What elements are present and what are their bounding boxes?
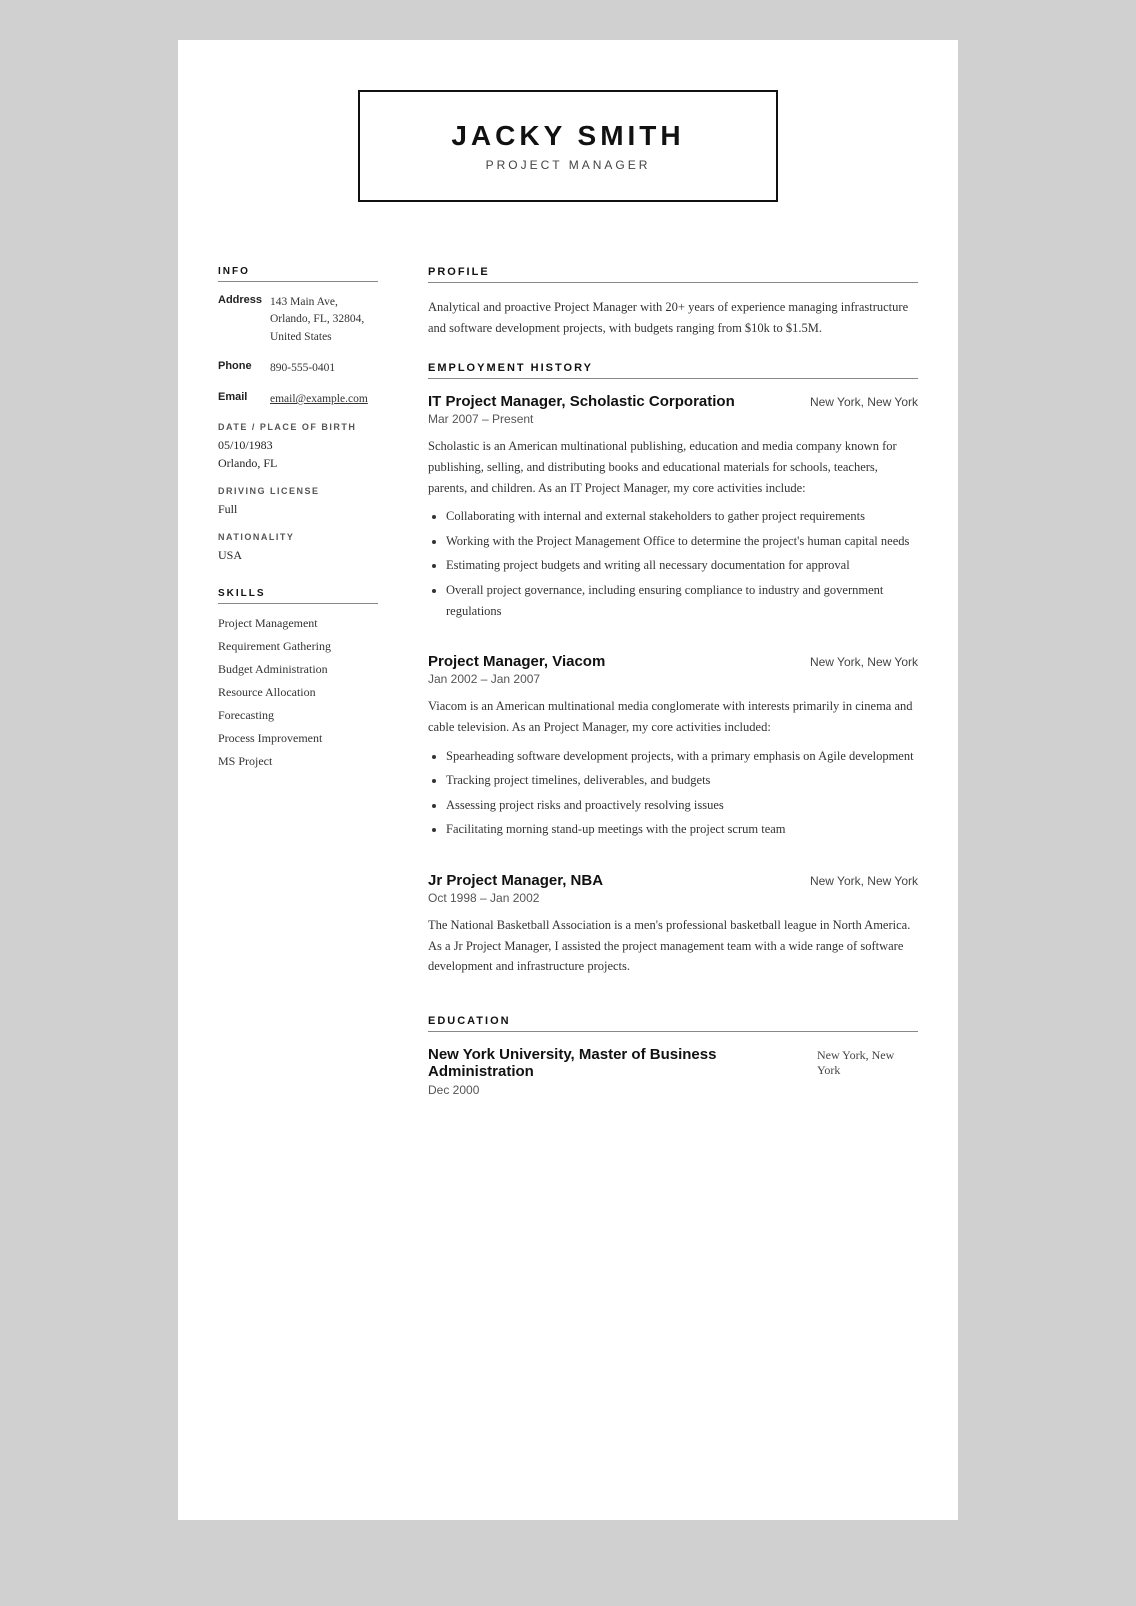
bullet-item: Spearheading software development projec… [446, 746, 918, 767]
edu-dates: Dec 2000 [428, 1083, 918, 1097]
job-dates: Mar 2007 – Present [428, 412, 918, 426]
skill-item: Resource Allocation [218, 685, 378, 700]
job-bullets: Collaborating with internal and external… [428, 506, 918, 621]
job-dates: Oct 1998 – Jan 2002 [428, 891, 918, 905]
job-dates: Jan 2002 – Jan 2007 [428, 672, 918, 686]
nationality-label: NATIONALITY [218, 532, 378, 542]
bullet-item: Facilitating morning stand-up meetings w… [446, 819, 918, 840]
phone-label: Phone [218, 360, 270, 377]
job-title: Project Manager, Viacom [428, 653, 605, 670]
job-description: The National Basketball Association is a… [428, 915, 918, 977]
job-bullets: Spearheading software development projec… [428, 746, 918, 841]
license-block: DRIVING LICENSE Full [218, 486, 378, 518]
skill-item: Forecasting [218, 708, 378, 723]
nationality-block: NATIONALITY USA [218, 532, 378, 564]
job-location: New York, New York [810, 655, 918, 669]
left-column: INFO Address 143 Main Ave,Orlando, FL, 3… [178, 242, 398, 1097]
bullet-item: Collaborating with internal and external… [446, 506, 918, 527]
job-header: Jr Project Manager, NBA New York, New Yor… [428, 872, 918, 889]
email-value: email@example.com [270, 391, 368, 408]
candidate-title: PROJECT MANAGER [440, 158, 696, 172]
edu-title: New York University, Master of Business … [428, 1046, 817, 1080]
license-value: Full [218, 500, 378, 518]
skills-section-title: SKILLS [218, 588, 378, 604]
email-label: Email [218, 391, 270, 408]
skill-item: MS Project [218, 754, 378, 769]
address-value: 143 Main Ave,Orlando, FL, 32804,United S… [270, 294, 364, 346]
header-box: JACKY SMITH PROJECT MANAGER [358, 90, 778, 202]
bullet-item: Estimating project budgets and writing a… [446, 555, 918, 576]
address-label: Address [218, 294, 270, 346]
employment-section-title: EMPLOYMENT HISTORY [428, 362, 918, 379]
job-description: Viacom is an American multinational medi… [428, 696, 918, 737]
nationality-value: USA [218, 546, 378, 564]
right-column: PROFILE Analytical and proactive Project… [398, 242, 958, 1097]
email-row: Email email@example.com [218, 391, 378, 408]
jobs-container: IT Project Manager, Scholastic Corporati… [428, 393, 918, 991]
job-block: Jr Project Manager, NBA New York, New Yor… [428, 872, 918, 991]
skill-item: Budget Administration [218, 662, 378, 677]
bullet-item: Working with the Project Management Offi… [446, 531, 918, 552]
bullet-item: Overall project governance, including en… [446, 580, 918, 621]
resume-page: JACKY SMITH PROJECT MANAGER INFO Address… [178, 40, 958, 1520]
address-row: Address 143 Main Ave,Orlando, FL, 32804,… [218, 294, 378, 346]
email-link[interactable]: email@example.com [270, 393, 368, 405]
job-description: Scholastic is an American multinational … [428, 436, 918, 498]
body-layout: INFO Address 143 Main Ave,Orlando, FL, 3… [178, 242, 958, 1097]
phone-row: Phone 890-555-0401 [218, 360, 378, 377]
profile-text: Analytical and proactive Project Manager… [428, 297, 918, 338]
job-block: IT Project Manager, Scholastic Corporati… [428, 393, 918, 643]
skill-item: Process Improvement [218, 731, 378, 746]
header-section: JACKY SMITH PROJECT MANAGER [178, 40, 958, 242]
job-header: Project Manager, Viacom New York, New Yor… [428, 653, 918, 670]
skill-item: Project Management [218, 616, 378, 631]
edu-block: New York University, Master of Business … [428, 1046, 918, 1097]
education-section-title: EDUCATION [428, 1015, 918, 1032]
job-title: IT Project Manager, Scholastic Corporati… [428, 393, 735, 410]
license-label: DRIVING LICENSE [218, 486, 378, 496]
phone-value: 890-555-0401 [270, 360, 335, 377]
job-header: IT Project Manager, Scholastic Corporati… [428, 393, 918, 410]
job-location: New York, New York [810, 874, 918, 888]
edu-header: New York University, Master of Business … [428, 1046, 918, 1080]
bullet-item: Assessing project risks and proactively … [446, 795, 918, 816]
job-block: Project Manager, Viacom New York, New Yor… [428, 653, 918, 862]
dob-label: DATE / PLACE OF BIRTH [218, 422, 378, 432]
skills-list: Project Management Requirement Gathering B… [218, 616, 378, 769]
dob-value: 05/10/1983Orlando, FL [218, 436, 378, 472]
bullet-item: Tracking project timelines, deliverables… [446, 770, 918, 791]
profile-section-title: PROFILE [428, 266, 918, 283]
education-container: New York University, Master of Business … [428, 1046, 918, 1097]
dob-block: DATE / PLACE OF BIRTH 05/10/1983Orlando,… [218, 422, 378, 472]
job-title: Jr Project Manager, NBA [428, 872, 603, 889]
info-section-title: INFO [218, 266, 378, 282]
skill-item: Requirement Gathering [218, 639, 378, 654]
edu-location: New York, New York [817, 1048, 918, 1078]
candidate-name: JACKY SMITH [440, 120, 696, 152]
job-location: New York, New York [810, 395, 918, 409]
